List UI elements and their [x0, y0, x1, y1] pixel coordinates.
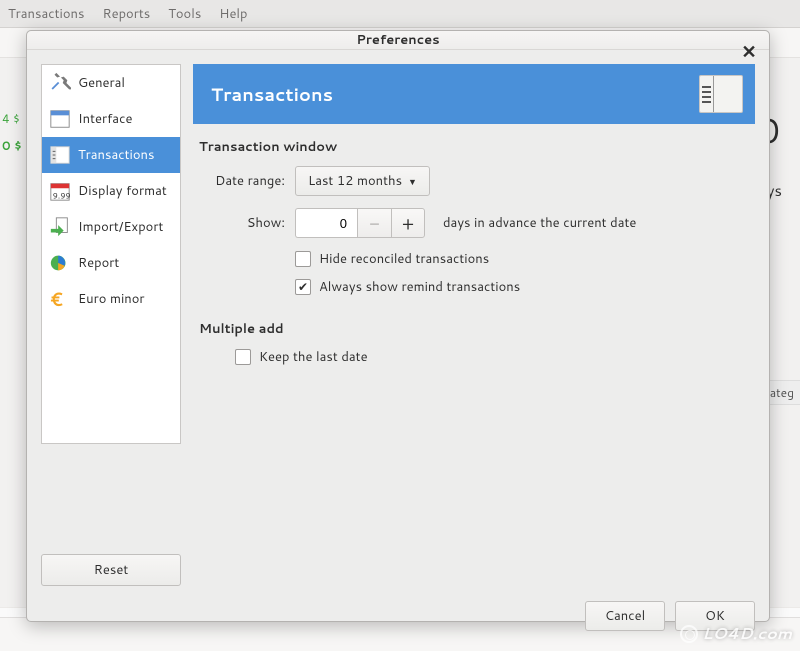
chevron-down-icon: ▼: [408, 175, 417, 188]
transactions-header-icon: [699, 75, 743, 113]
app-menubar: Transactions Reports Tools Help: [0, 0, 800, 28]
sidebar-item-label: Display format: [78, 182, 167, 200]
date-range-value: Last 12 months: [308, 172, 402, 190]
sidebar-item-label: Transactions: [78, 146, 154, 164]
section-header: Transactions: [193, 64, 755, 124]
preferences-main: Transactions Transaction window Date ran…: [193, 64, 755, 586]
sidebar-item-euro-minor[interactable]: € Euro minor: [42, 281, 180, 317]
menu-help[interactable]: Help: [219, 5, 247, 23]
import-export-icon: [48, 215, 72, 239]
stepper-plus-button[interactable]: +: [391, 208, 425, 238]
sidebar-item-label: Euro minor: [78, 290, 145, 308]
sidebar-item-general[interactable]: General: [42, 65, 180, 101]
date-range-combo[interactable]: Last 12 months ▼: [295, 166, 430, 196]
always-remind-checkbox[interactable]: [295, 279, 311, 295]
sidebar-item-label: Interface: [78, 110, 132, 128]
keep-last-date-label: Keep the last date: [259, 348, 368, 366]
svg-text:€: €: [51, 288, 63, 310]
sidebar-list: General Interface Transactions: [41, 64, 181, 444]
show-days-input[interactable]: [295, 208, 357, 238]
dialog-titlebar: Preferences ✕: [27, 31, 769, 50]
sidebar-item-interface[interactable]: Interface: [42, 101, 180, 137]
show-days-stepper[interactable]: − +: [295, 208, 425, 238]
list-icon: [48, 143, 72, 167]
hide-reconciled-checkbox[interactable]: [295, 251, 311, 267]
sidebar-item-report[interactable]: Report: [42, 245, 180, 281]
pie-chart-icon: [48, 251, 72, 275]
sidebar-item-label: General: [78, 74, 125, 92]
dialog-title: Preferences: [356, 31, 439, 49]
stepper-minus-button[interactable]: −: [357, 208, 391, 238]
section-multiple-add-title: Multiple add: [199, 320, 749, 338]
sidebar-item-import-export[interactable]: Import/Export: [42, 209, 180, 245]
date-range-label: Date range:: [199, 172, 285, 190]
dialog-footer: Cancel OK: [27, 600, 769, 631]
close-icon: ✕: [741, 38, 756, 64]
show-label: Show:: [199, 214, 285, 232]
wrench-icon: [48, 71, 72, 95]
always-remind-label: Always show remind transactions: [319, 278, 520, 296]
sidebar-item-transactions[interactable]: Transactions: [42, 137, 180, 173]
preferences-content: Transaction window Date range: Last 12 m…: [193, 124, 755, 382]
close-button[interactable]: ✕: [739, 41, 759, 61]
sidebar-item-label: Report: [78, 254, 119, 272]
calendar-icon: 9.99: [48, 179, 72, 203]
menu-reports[interactable]: Reports: [102, 5, 150, 23]
reset-button[interactable]: Reset: [41, 554, 181, 586]
section-transaction-window-title: Transaction window: [199, 138, 749, 156]
watermark: LO4D.com: [680, 622, 792, 645]
section-header-title: Transactions: [211, 81, 333, 107]
show-days-suffix: days in advance the current date: [443, 214, 636, 232]
menu-tools[interactable]: Tools: [168, 5, 201, 23]
window-icon: [48, 107, 72, 131]
hide-reconciled-label: Hide reconciled transactions: [319, 250, 489, 268]
cancel-button[interactable]: Cancel: [585, 601, 665, 631]
menu-transactions[interactable]: Transactions: [8, 5, 84, 23]
svg-text:9.99: 9.99: [53, 189, 71, 201]
globe-icon: [680, 625, 698, 643]
euro-icon: €: [48, 287, 72, 311]
preferences-dialog: Preferences ✕ General Interface: [26, 30, 770, 622]
sidebar-item-display-format[interactable]: 9.99 Display format: [42, 173, 180, 209]
keep-last-date-checkbox[interactable]: [235, 349, 251, 365]
preferences-sidebar: General Interface Transactions: [41, 64, 181, 586]
sidebar-item-label: Import/Export: [78, 218, 163, 236]
